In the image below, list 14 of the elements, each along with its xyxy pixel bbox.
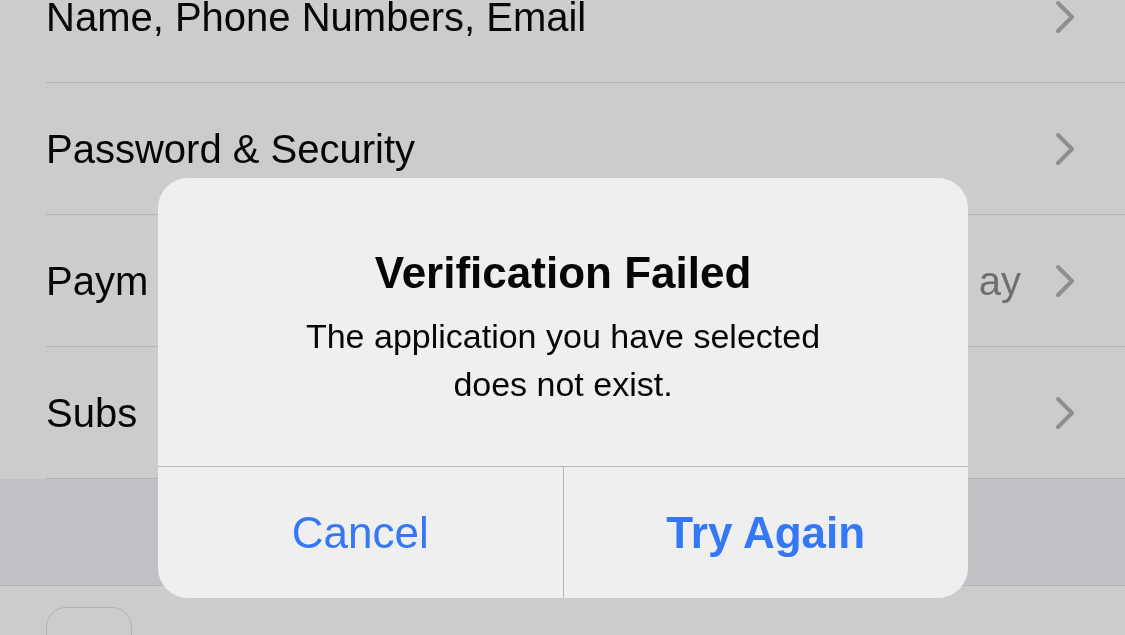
row-label: Name, Phone Numbers, Email	[46, 0, 587, 41]
chevron-icon	[1055, 0, 1075, 34]
alert-message: The application you have selected does not exist.	[304, 316, 822, 405]
chevron-icon	[1055, 395, 1075, 430]
row-value: ay	[978, 257, 1021, 305]
settings-row[interactable]: Name, Phone Numbers, Email	[0, 0, 1125, 83]
cancel-button[interactable]: Cancel	[158, 467, 563, 598]
row-label: Paym	[46, 257, 149, 305]
row-label: Subs	[46, 389, 138, 437]
alert-title: Verification Failed	[373, 247, 753, 299]
chevron-icon	[1055, 263, 1075, 298]
chevron-icon	[1055, 131, 1075, 166]
try-again-button[interactable]: Try Again	[562, 467, 968, 598]
row-label: Password & Security	[46, 125, 416, 173]
